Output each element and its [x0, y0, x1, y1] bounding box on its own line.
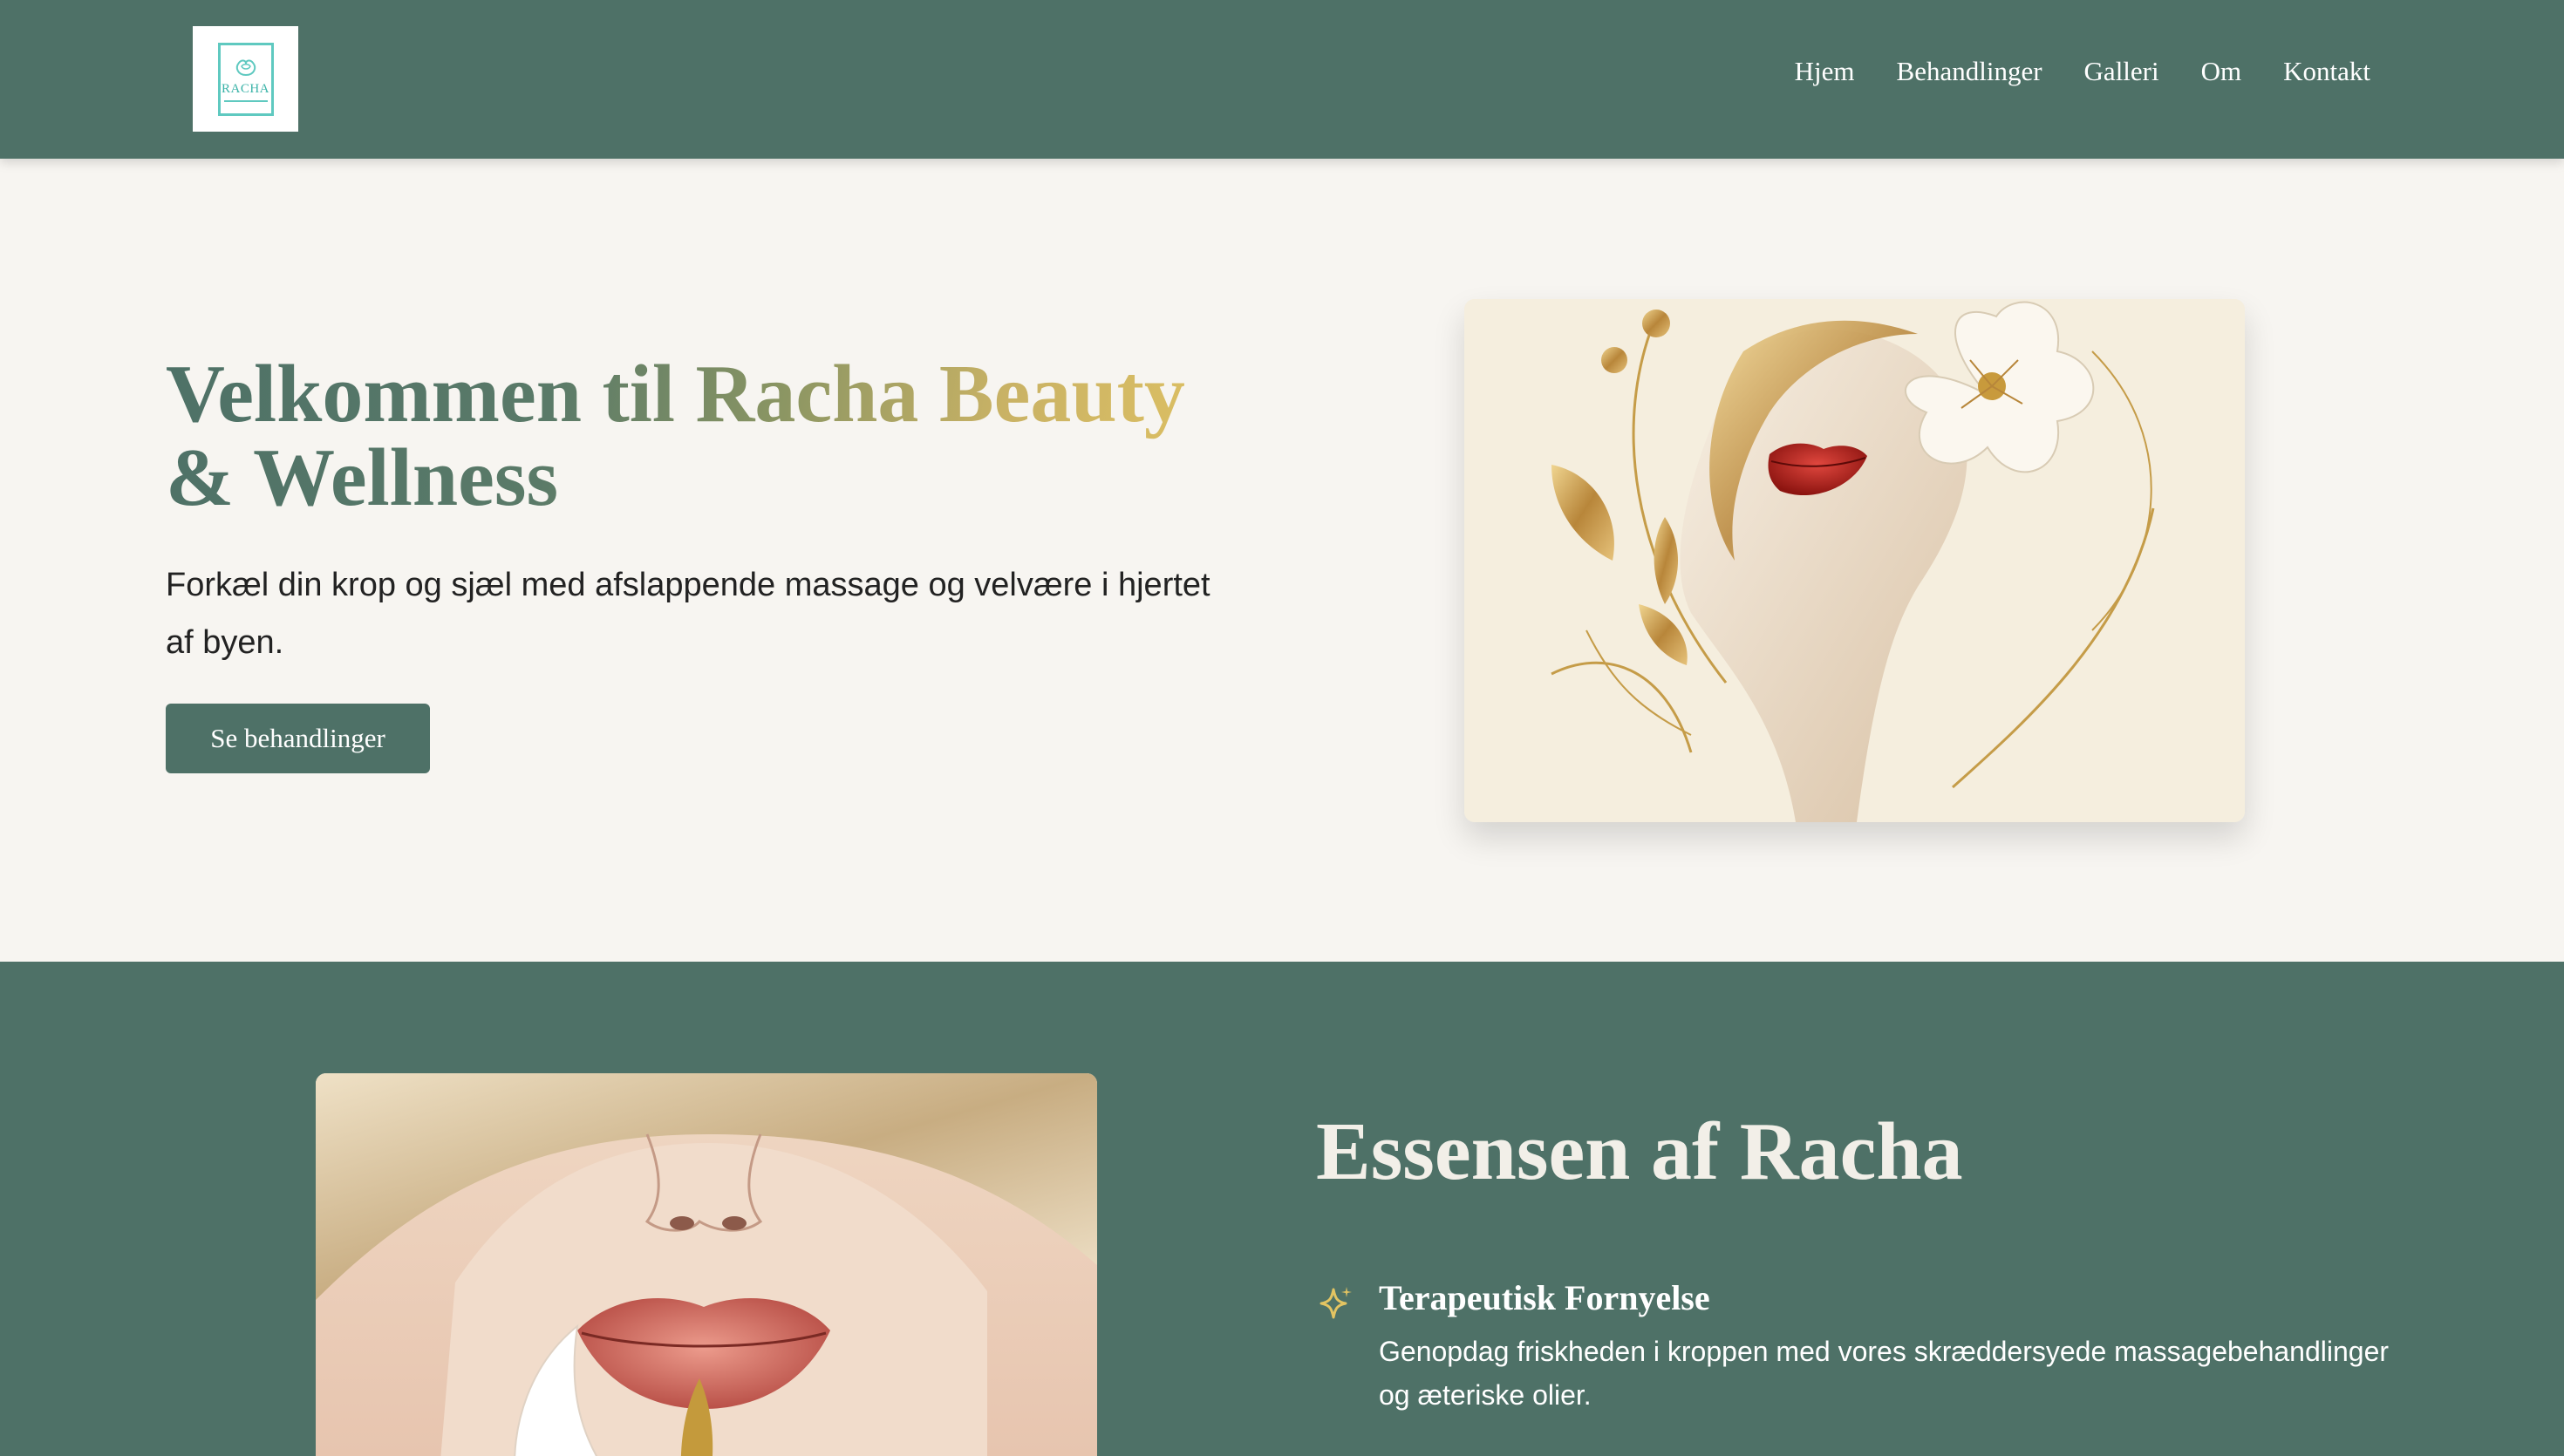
nav-link-hjem[interactable]: Hjem — [1795, 56, 1855, 87]
see-treatments-button[interactable]: Se behandlinger — [166, 704, 430, 773]
essence-section: Essensen af Racha Terapeutisk Fornyelse … — [0, 962, 2564, 1456]
main-nav: Hjem Behandlinger Galleri Om Kontakt — [1795, 56, 2370, 87]
sparkle-icon — [1320, 1287, 1352, 1319]
hero-title-line2: & Wellness — [166, 432, 559, 523]
racha-logo[interactable]: RACHA — [193, 26, 298, 132]
essence-title: Essensen af Racha — [1316, 1106, 1963, 1197]
site-header: RACHA Hjem Behandlinger Galleri Om Konta… — [0, 0, 2564, 159]
logo-frame: RACHA — [217, 42, 274, 116]
nav-link-behandlinger[interactable]: Behandlinger — [1897, 56, 2042, 87]
logo-underline — [223, 100, 268, 102]
logo-text: RACHA — [221, 82, 269, 96]
nav-link-om[interactable]: Om — [2201, 56, 2242, 87]
feature-description: Genopdag friskheden i kroppen med vores … — [1379, 1336, 2390, 1411]
hero-subtitle: Forkæl din krop og sjæl med afslappende … — [166, 567, 1210, 661]
nav-link-galleri[interactable]: Galleri — [2084, 56, 2159, 87]
feature-title: Terapeutisk Fornyelse — [1379, 1278, 1710, 1317]
rose-icon — [235, 59, 256, 77]
hero-title-line1: Velkommen til Racha Beauty — [166, 349, 1185, 439]
hero-illustration — [1464, 299, 2245, 822]
hero-section: Velkommen til Racha Beauty & Wellness Fo… — [0, 159, 2564, 962]
essence-illustration — [316, 1073, 1097, 1456]
nav-link-kontakt[interactable]: Kontakt — [2283, 56, 2370, 87]
hero-title: Velkommen til Racha Beauty & Wellness — [166, 352, 1265, 520]
